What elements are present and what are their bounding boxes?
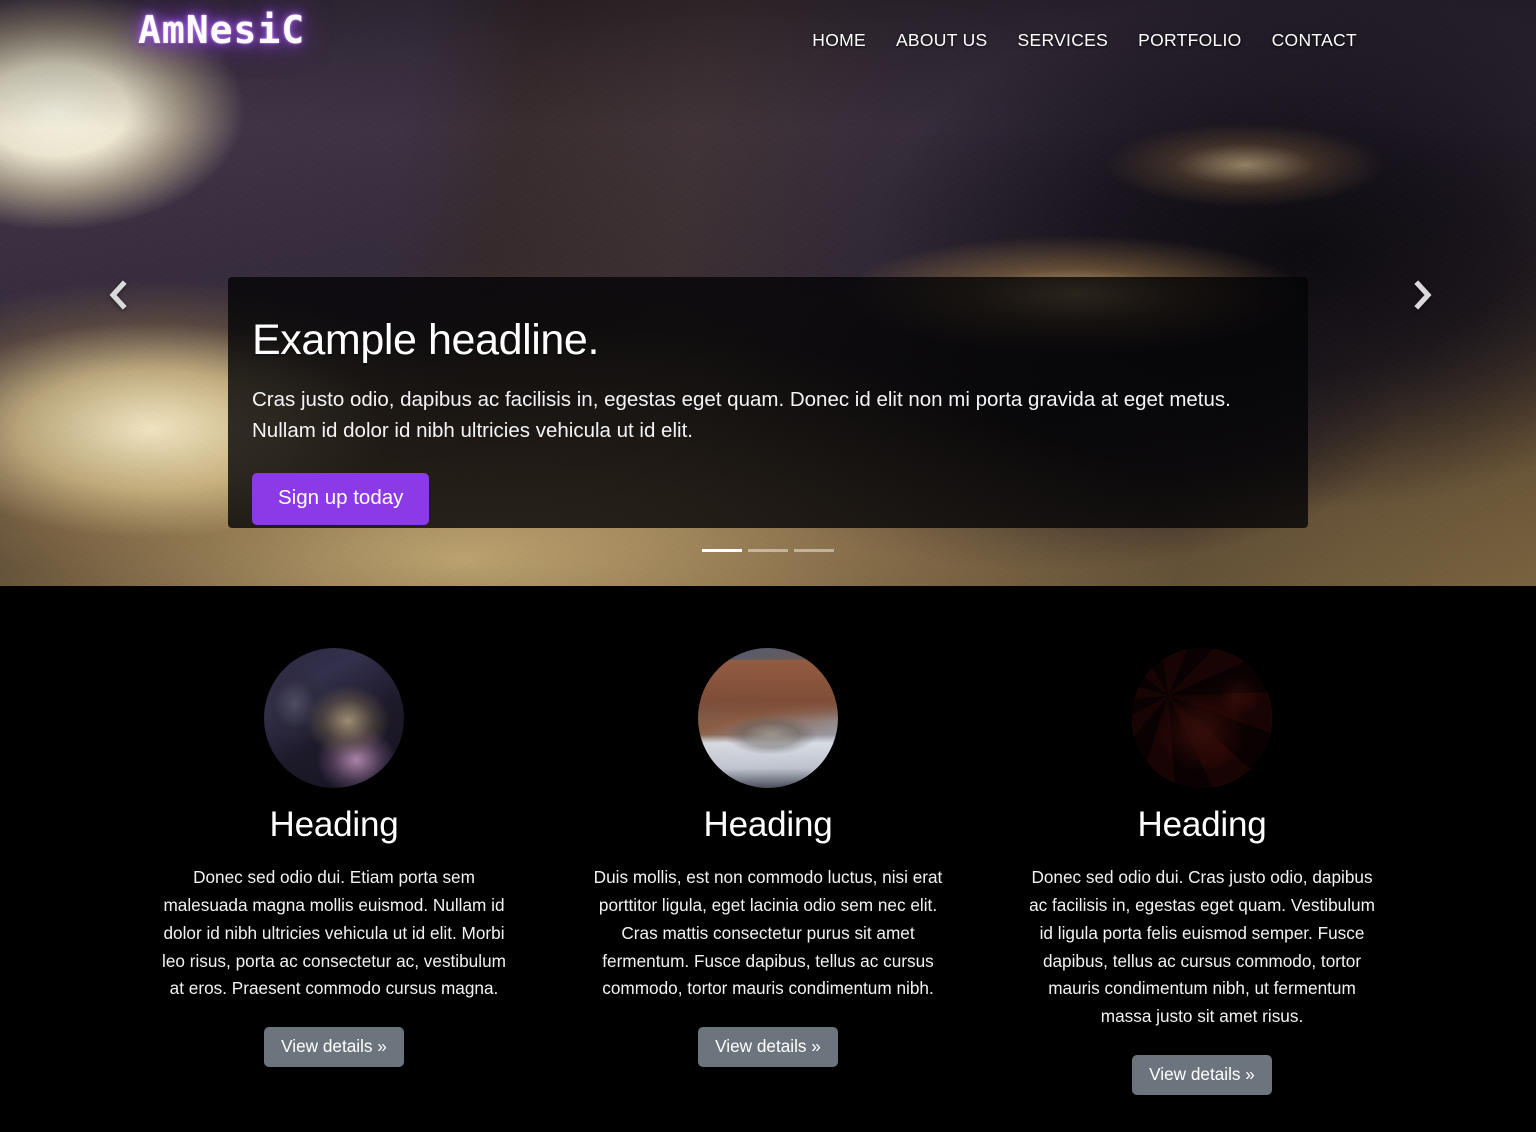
carousel-prev-button[interactable]	[95, 272, 141, 318]
nav-item-home[interactable]: HOME	[797, 28, 881, 53]
view-details-button-3[interactable]: View details »	[1132, 1055, 1272, 1095]
hero-headline: Example headline.	[252, 316, 599, 364]
site-header: AmNesiC HOME ABOUT US SERVICES PORTFOLIO…	[0, 0, 1536, 82]
hero-description: Cras justo odio, dapibus ac facilisis in…	[252, 388, 1231, 442]
main-navigation: HOME ABOUT US SERVICES PORTFOLIO CONTACT	[797, 28, 1372, 53]
feature-column-2: Heading Duis mollis, est non commodo luc…	[551, 648, 985, 1132]
feature-column-3: Heading Donec sed odio dui. Cras justo o…	[985, 648, 1419, 1132]
feature-image-1	[264, 648, 404, 788]
carousel-caption: Example headline. Cras justo odio, dapib…	[228, 277, 1308, 528]
feature-image-3	[1132, 648, 1272, 788]
nav-item-services[interactable]: SERVICES	[1003, 28, 1124, 53]
feature-heading-1: Heading	[269, 805, 399, 844]
feature-heading-3: Heading	[1137, 805, 1267, 844]
page-root: AmNesiC HOME ABOUT US SERVICES PORTFOLIO…	[0, 0, 1536, 1132]
feature-text-3: Donec sed odio dui. Cras justo odio, dap…	[1029, 867, 1375, 1027]
nav-item-about-us[interactable]: ABOUT US	[881, 28, 1003, 53]
nav-item-portfolio[interactable]: PORTFOLIO	[1123, 28, 1257, 53]
feature-text-1: Donec sed odio dui. Etiam porta sem male…	[162, 867, 506, 999]
hero-carousel: AmNesiC HOME ABOUT US SERVICES PORTFOLIO…	[0, 0, 1536, 586]
feature-column-1: Heading Donec sed odio dui. Etiam porta …	[117, 648, 551, 1132]
features-section: Heading Donec sed odio dui. Etiam porta …	[0, 586, 1536, 1132]
feature-image-2	[698, 648, 838, 788]
sign-up-button[interactable]: Sign up today	[252, 472, 430, 525]
chevron-right-icon	[1410, 280, 1436, 310]
carousel-indicator-1[interactable]	[702, 549, 742, 552]
feature-heading-2: Heading	[703, 805, 833, 844]
carousel-indicators	[0, 549, 1536, 552]
chevron-left-icon	[105, 280, 131, 310]
nav-item-contact[interactable]: CONTACT	[1257, 28, 1372, 53]
view-details-button-1[interactable]: View details »	[264, 1027, 404, 1067]
carousel-indicator-2[interactable]	[748, 549, 788, 552]
carousel-next-button[interactable]	[1400, 272, 1446, 318]
brand-logo[interactable]: AmNesiC	[138, 8, 305, 52]
view-details-button-2[interactable]: View details »	[698, 1027, 838, 1067]
carousel-indicator-3[interactable]	[794, 549, 834, 552]
feature-text-2: Duis mollis, est non commodo luctus, nis…	[593, 867, 943, 999]
